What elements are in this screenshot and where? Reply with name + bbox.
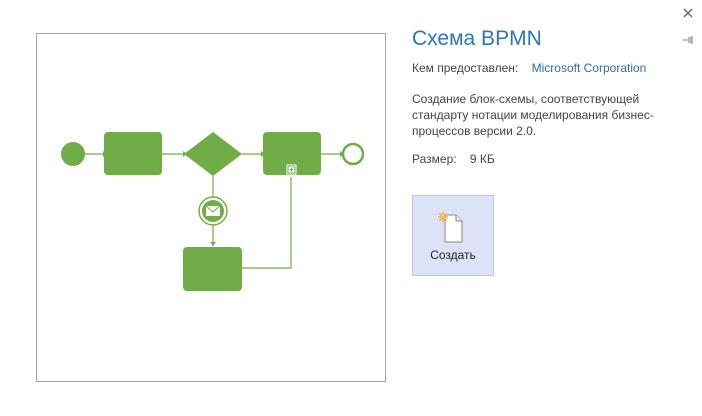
create-button-label: Создать [430,248,476,262]
task-1 [104,132,162,175]
pin-icon [683,36,693,44]
template-preview [36,33,386,382]
start-event [61,142,85,166]
plus-box-icon [286,164,297,175]
new-document-icon [438,212,463,243]
bpmn-diagram [61,132,365,291]
provided-by: Кем предоставлен: Microsoft Corporation [412,61,646,75]
end-event [341,142,365,166]
size-label: Размер: [412,152,457,166]
task-3 [183,247,242,291]
close-icon [683,8,693,18]
provider-link[interactable]: Microsoft Corporation [532,61,647,75]
template-title: Схема BPMN [412,27,542,50]
template-description: Создание блок-схемы, соответствующей ста… [412,92,654,138]
pin-button[interactable] [678,31,698,49]
create-button[interactable]: Создать [412,195,494,276]
gateway [184,132,242,176]
provided-by-label: Кем предоставлен: [412,61,519,75]
close-button[interactable] [678,4,698,22]
size-value: 9 КБ [469,152,495,166]
template-size: Размер: 9 КБ [412,152,495,166]
envelope-icon [198,196,228,226]
